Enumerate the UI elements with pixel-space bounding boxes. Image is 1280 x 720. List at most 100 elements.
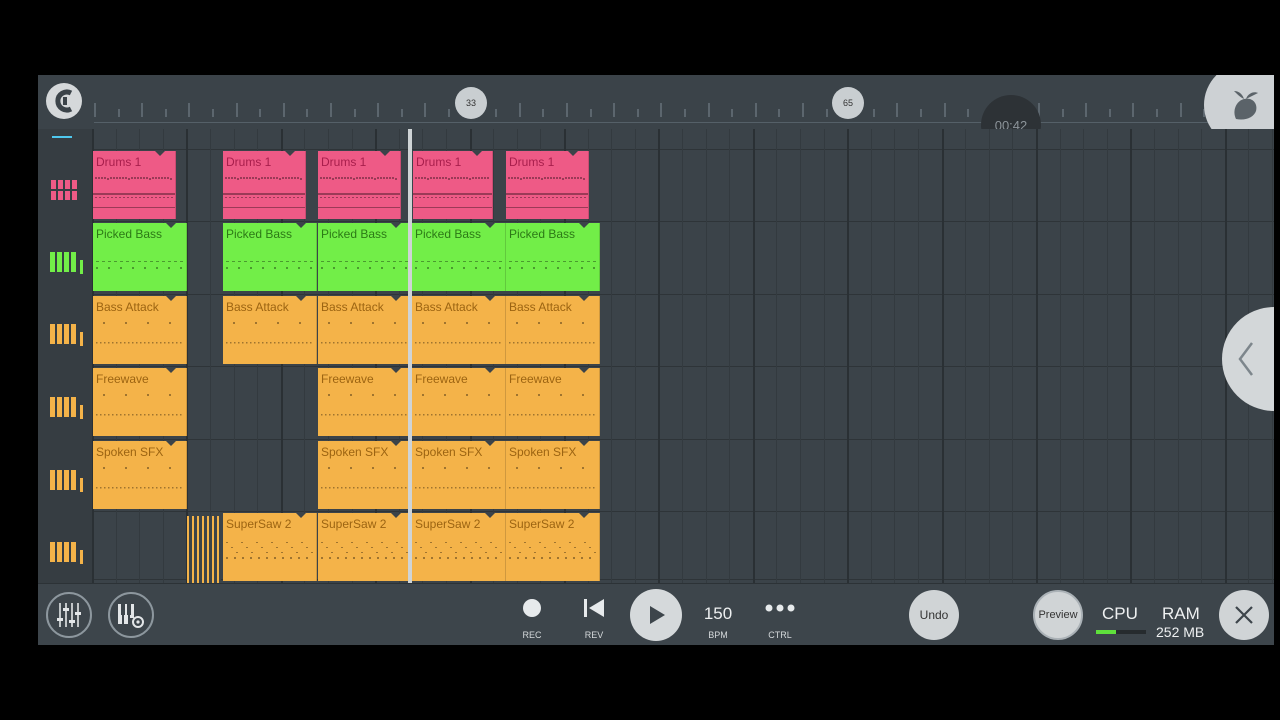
ruler-tick bbox=[1085, 103, 1088, 117]
pattern-clip[interactable]: Drums 1 bbox=[506, 151, 589, 219]
ruler-tick bbox=[896, 103, 899, 117]
grid-column-line bbox=[1083, 129, 1085, 583]
pattern-clip[interactable]: Spoken SFX bbox=[412, 441, 506, 509]
rewind-button[interactable]: REV bbox=[569, 584, 619, 645]
ruler-tick bbox=[212, 109, 214, 117]
clip-name: Bass Attack bbox=[321, 300, 384, 314]
ruler-tick bbox=[731, 109, 734, 117]
pattern-clip[interactable]: Drums 1 bbox=[413, 151, 493, 219]
clip-notch bbox=[568, 151, 578, 156]
pattern-clip[interactable]: Bass Attack bbox=[93, 296, 187, 364]
clip-note-preview bbox=[321, 542, 408, 559]
clip-notch bbox=[391, 296, 401, 301]
clip-note-preview bbox=[506, 177, 588, 208]
record-button[interactable]: REC bbox=[507, 584, 557, 645]
pattern-clip[interactable]: Picked Bass bbox=[93, 223, 187, 291]
cpu-label: CPU bbox=[1102, 604, 1138, 623]
ruler-tick bbox=[872, 109, 875, 117]
bar-marker-33[interactable]: 33 bbox=[455, 87, 487, 119]
clip-note-preview bbox=[93, 177, 175, 208]
grid-row-line bbox=[92, 221, 1274, 222]
pattern-clip[interactable]: SuperSaw 2 bbox=[318, 513, 412, 581]
pattern-clip[interactable]: Picked Bass bbox=[318, 223, 412, 291]
fl-studio-mobile-window: 33 65 00:42 Drums 1 Drums 1 Drums 1 Drum… bbox=[38, 75, 1274, 645]
pattern-clip[interactable]: Picked Bass bbox=[412, 223, 506, 291]
track-icon-picked-bass[interactable] bbox=[50, 248, 83, 278]
clip-note-preview bbox=[413, 177, 492, 208]
piano-keys-icon bbox=[50, 252, 83, 274]
clip-name: Freewave bbox=[321, 372, 374, 386]
clip-notch bbox=[285, 151, 295, 156]
cpu-meter-fill bbox=[1096, 630, 1116, 634]
ruler-tick bbox=[1156, 109, 1158, 117]
pattern-clip[interactable]: Bass Attack bbox=[223, 296, 317, 364]
pattern-clip[interactable]: Picked Bass bbox=[506, 223, 600, 291]
clip-name: Spoken SFX bbox=[415, 445, 483, 459]
pattern-clip[interactable]: Spoken SFX bbox=[318, 441, 412, 509]
playhead[interactable] bbox=[408, 129, 412, 583]
ruler-tick bbox=[1179, 103, 1182, 117]
track-icon-spoken-sfx[interactable] bbox=[50, 466, 83, 496]
clip-name: Picked Bass bbox=[415, 227, 482, 241]
track-icon-supersaw[interactable] bbox=[50, 538, 83, 568]
grid-column-line bbox=[894, 129, 896, 583]
close-button[interactable] bbox=[1219, 590, 1269, 640]
grid-column-line bbox=[634, 129, 636, 583]
ram-value: 252 MB bbox=[1156, 624, 1205, 640]
clip-note-preview bbox=[226, 261, 313, 269]
pattern-clip[interactable]: Bass Attack bbox=[412, 296, 506, 364]
track-icon-bass-attack[interactable] bbox=[50, 320, 83, 350]
pattern-clip[interactable]: Freewave bbox=[506, 368, 600, 436]
play-button[interactable] bbox=[630, 589, 682, 641]
tempo-control[interactable]: 150 BPM bbox=[693, 584, 743, 645]
clip-notch bbox=[485, 368, 495, 373]
pattern-clip[interactable]: Spoken SFX bbox=[506, 441, 600, 509]
track-icon-drums[interactable] bbox=[50, 175, 80, 205]
ruler-tick bbox=[377, 103, 380, 117]
bpm-label: BPM bbox=[708, 630, 728, 640]
clip-note-preview bbox=[321, 467, 407, 489]
ruler-tick bbox=[1108, 109, 1111, 117]
clip-name: Drums 1 bbox=[226, 155, 272, 169]
automation-stripes bbox=[187, 516, 221, 583]
track-icon-freewave[interactable] bbox=[50, 393, 83, 423]
ruler-tick bbox=[589, 109, 592, 117]
more-dots-icon bbox=[765, 604, 795, 612]
pattern-clip[interactable]: Bass Attack bbox=[506, 296, 600, 364]
clip-notch bbox=[166, 441, 176, 446]
ruler-tick bbox=[353, 109, 356, 117]
clip-note-preview bbox=[96, 322, 182, 344]
playlist-grid[interactable]: Drums 1 Drums 1 Drums 1 Drums 1 Drums 1 Picke… bbox=[92, 129, 1274, 583]
undo-button[interactable]: Undo bbox=[909, 590, 959, 640]
snap-magnet-button[interactable] bbox=[46, 83, 82, 119]
pattern-clip[interactable]: Drums 1 bbox=[318, 151, 401, 219]
clip-name: Spoken SFX bbox=[321, 445, 389, 459]
pattern-clip[interactable]: Drums 1 bbox=[223, 151, 306, 219]
instrument-settings-button[interactable] bbox=[108, 592, 154, 638]
clip-notch bbox=[296, 513, 306, 518]
ruler-tick bbox=[164, 109, 167, 117]
clip-note-preview bbox=[226, 322, 312, 344]
pattern-clip[interactable]: SuperSaw 2 bbox=[223, 513, 317, 581]
bar-marker-65[interactable]: 65 bbox=[832, 87, 864, 119]
clip-name: Drums 1 bbox=[416, 155, 462, 169]
grid-column-line bbox=[847, 129, 850, 583]
clip-notch bbox=[166, 368, 176, 373]
timeline-ruler[interactable]: 33 65 00:42 bbox=[38, 75, 1274, 155]
rev-label: REV bbox=[584, 630, 604, 640]
preview-button[interactable]: Preview bbox=[1033, 590, 1083, 640]
pattern-clip[interactable]: SuperSaw 2 bbox=[412, 513, 506, 581]
grid-column-line bbox=[1012, 129, 1014, 583]
mixer-button[interactable] bbox=[46, 592, 92, 638]
pattern-clip[interactable]: Spoken SFX bbox=[93, 441, 187, 509]
pattern-clip[interactable]: Picked Bass bbox=[223, 223, 317, 291]
clip-notch bbox=[296, 296, 306, 301]
pattern-clip[interactable]: SuperSaw 2 bbox=[506, 513, 600, 581]
pattern-clip[interactable]: Drums 1 bbox=[93, 151, 176, 219]
pattern-clip[interactable]: Freewave bbox=[318, 368, 412, 436]
ctrl-menu-button[interactable]: CTRL bbox=[755, 584, 805, 645]
clip-notch bbox=[579, 368, 589, 373]
pattern-clip[interactable]: Freewave bbox=[412, 368, 506, 436]
pattern-clip[interactable]: Freewave bbox=[93, 368, 187, 436]
pattern-clip[interactable]: Bass Attack bbox=[318, 296, 412, 364]
